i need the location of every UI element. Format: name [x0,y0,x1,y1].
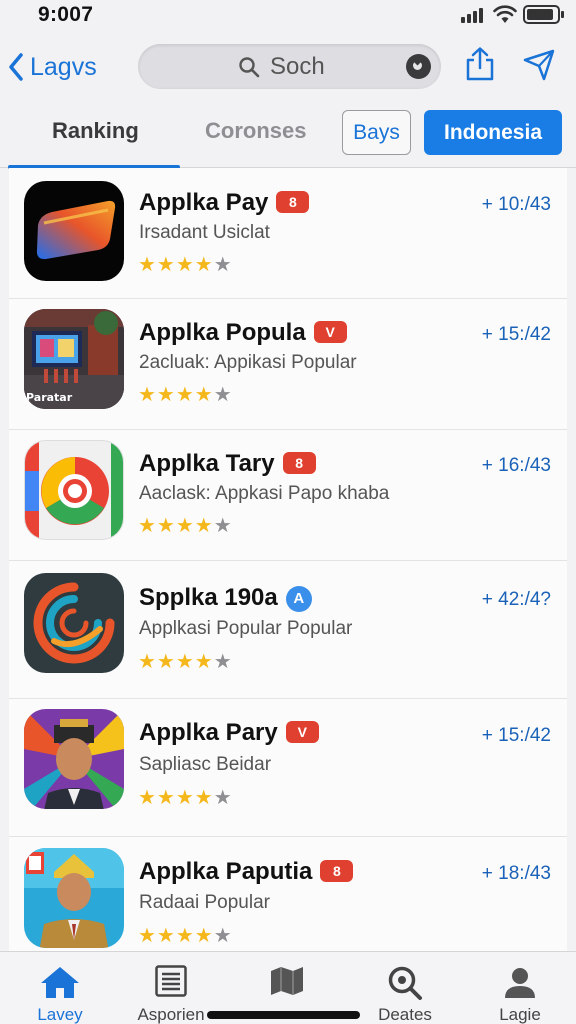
chevron-left-icon [9,53,23,81]
star-rating: ★★★★★ [138,787,233,809]
segment-tabs: Ranking Coronses Bays Indonesia [0,100,576,169]
list-item[interactable]: Paratar Applka Popula V 2acluak: Appikasi… [9,299,567,430]
app-badge: V [285,721,319,743]
star-rating: ★★★★★ [138,254,233,276]
app-badge: V [313,321,347,343]
app-rank-value: + 10:/43 [481,194,551,215]
app-ranking-list: Applka Pay 8 Irsadant Usiclat ★★★★★ + 10:… [9,168,567,951]
app-subtitle: Radaai Popular [139,892,270,913]
app-rank-value: + 42:/4? [481,589,551,610]
app-subtitle: Applkasi Popular Popular [139,618,353,639]
bottom-tab-label: Deates [378,1005,432,1024]
app-subtitle: Sapliasc Beidar [139,754,272,775]
list-item[interactable]: Applka Pary V Sapliasc Beidar ★★★★★ + 15:… [9,699,567,837]
star-rating: ★★★★★ [138,384,233,406]
app-name: Applka Popula V [139,319,347,347]
app-badge: 8 [320,860,354,882]
app-badge: 8 [282,452,316,474]
search-input[interactable] [270,53,390,80]
app-icon-city-scene: Paratar [24,309,124,409]
list-item[interactable]: Applka Tary 8 Aaclask: Appkasi Papo khaba… [9,430,567,561]
app-icon-portrait [24,709,124,809]
app-name: Applka Tary 8 [139,450,316,478]
list-item[interactable]: Spplka 190a A Applkasi Popular Popular ★★… [9,561,567,699]
star-rating: ★★★★★ [138,651,233,673]
app-subtitle: Irsadant Usiclat [139,222,270,243]
back-label: Lagvs [30,52,97,81]
app-rank-value: + 18:/43 [481,863,551,884]
app-rank-value: + 15:/42 [481,725,551,746]
app-subtitle: Aaclask: Appkasi Papo khaba [139,483,390,504]
app-icon-official [24,848,124,948]
share-icon[interactable] [465,46,495,82]
filter-bays-button[interactable]: Bays [342,110,411,155]
status-time: 9:007 [38,3,94,26]
map-icon [271,967,303,995]
app-name: Applka Pay 8 [139,189,310,217]
back-button[interactable]: Lagvs [8,48,97,86]
filter-indonesia-button[interactable]: Indonesia [424,110,562,155]
tab-ranking[interactable]: Ranking [52,118,139,144]
star-rating: ★★★★★ [138,925,233,947]
app-rank-value: + 16:/43 [481,455,551,476]
app-subtitle: 2acluak: Appikasi Popular [139,352,357,373]
status-bar: 9:007 [0,0,576,30]
list-item[interactable]: Applka Pay 8 Irsadant Usiclat ★★★★★ + 10:… [9,168,567,299]
bottom-tab-lavey[interactable]: Lavey [5,952,115,1024]
app-icon-wallet [24,181,124,281]
home-icon [41,967,79,998]
app-icon-swirl [24,573,124,673]
bottom-tab-lagie[interactable]: Lagie [465,952,575,1024]
send-icon[interactable] [522,48,556,82]
cellular-signal-icon [461,7,487,23]
app-name: Applka Paputia 8 [139,858,354,886]
app-badge: 8 [276,191,310,213]
app-name: Spplka 190a A [139,584,312,612]
voice-search-icon[interactable] [406,54,431,79]
bottom-tab-deates[interactable]: Deates [350,952,460,1024]
star-rating: ★★★★★ [138,515,233,537]
home-indicator[interactable] [207,1011,360,1019]
list-icon [155,965,187,997]
search-bar[interactable] [138,44,441,89]
bottom-tab-label: Lavey [37,1005,83,1024]
app-badge: A [285,586,312,612]
bottom-tab-label: Lagie [499,1005,541,1024]
list-item[interactable]: Applka Paputia 8 Radaai Popular ★★★★★ + 1… [9,837,567,951]
icon-caption: Paratar [26,391,73,404]
tab-coronses[interactable]: Coronses [205,118,306,144]
wifi-icon [493,5,517,23]
search-icon [239,57,260,78]
app-icon-browser [24,440,124,540]
app-name: Applka Pary V [139,719,319,747]
app-rank-value: + 15:/42 [481,324,551,345]
search-icon [388,966,422,1000]
battery-icon [523,5,564,24]
nav-bar: Lagvs [0,38,576,96]
person-icon [505,968,535,998]
